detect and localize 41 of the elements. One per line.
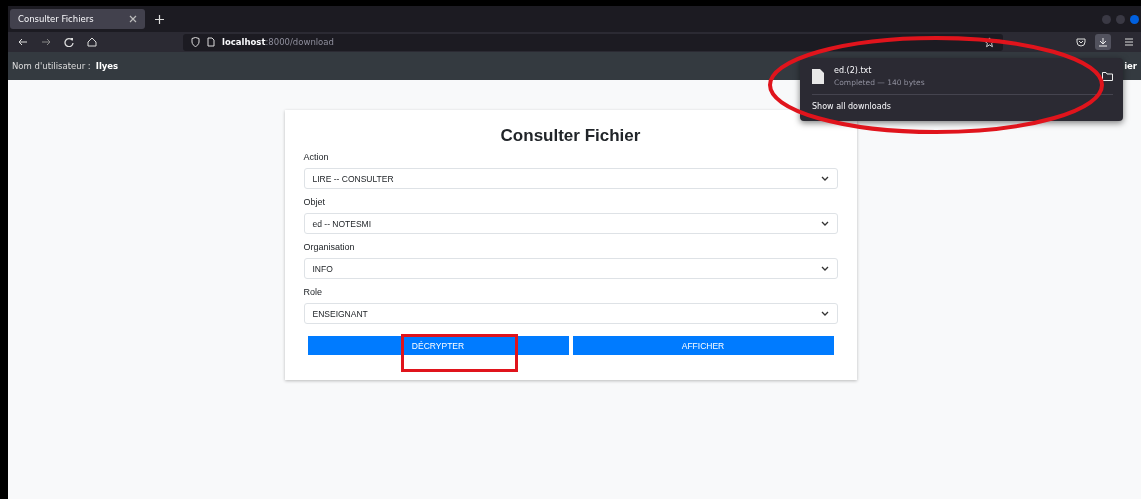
url-text: localhost:8000/download [222,37,334,47]
form-title: Consulter Fichier [499,126,642,146]
new-tab-icon[interactable] [155,14,164,24]
header-link[interactable]: ier [1124,61,1137,71]
file-icon [812,68,824,84]
username: Ilyes [95,61,119,71]
forward-icon[interactable] [41,37,51,47]
window-dot-icon[interactable] [1102,14,1111,24]
window-dot-icon[interactable] [1116,14,1125,24]
select-field[interactable]: LIRE -- CONSULTER [303,168,838,189]
address-bar[interactable]: localhost:8000/download [183,33,1003,51]
pocket-icon[interactable] [1076,37,1086,47]
download-icon [1098,37,1108,47]
folder-icon[interactable] [1102,71,1113,81]
back-icon[interactable] [18,37,28,47]
chevron-down-icon [820,266,829,271]
star-icon[interactable] [984,36,995,48]
field-label: Organisation [303,242,356,252]
action-button[interactable]: AFFICHER [572,336,834,355]
window-close-icon[interactable] [1130,14,1139,24]
download-button[interactable] [1095,34,1111,50]
show-all-downloads-link[interactable]: Show all downloads [812,95,1113,121]
username-label: Nom d'utilisateur : [12,61,91,71]
field-label: Objet [303,197,326,207]
select-field[interactable]: ed -- NOTESMI [303,213,838,234]
page-icon [207,37,215,47]
chevron-down-icon [820,176,829,181]
menu-icon[interactable] [1124,37,1134,47]
browser-tab[interactable]: Consulter Fichiers [10,9,145,29]
shield-icon [191,37,200,47]
chevron-down-icon [820,221,829,226]
field-label: Role [303,287,323,297]
close-icon[interactable] [129,15,137,23]
download-file-name[interactable]: ed.(2).txt [834,65,925,75]
action-button[interactable]: DÉCRYPTER [307,336,569,355]
chevron-down-icon [820,311,829,316]
reload-icon[interactable] [64,37,74,47]
field-label: Action [303,152,330,162]
select-field[interactable]: ENSEIGNANT [303,303,838,324]
home-icon[interactable] [87,37,97,47]
select-field[interactable]: INFO [303,258,838,279]
